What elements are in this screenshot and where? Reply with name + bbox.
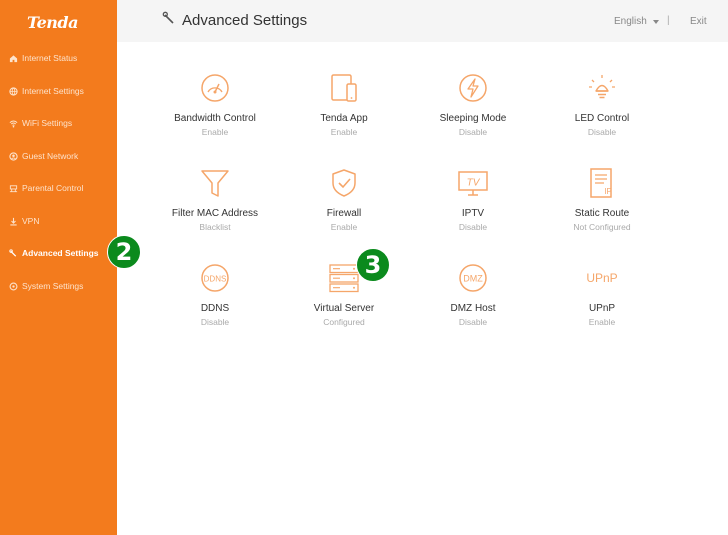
- sidebar-item-label: Advanced Settings: [22, 248, 99, 258]
- tenda-logo: Tenda: [27, 13, 78, 32]
- tile-firewall[interactable]: Firewall Enable: [284, 167, 404, 247]
- tile-name: UPnP: [588, 303, 616, 314]
- tile-ddns[interactable]: DDNS DDNS Disable: [155, 262, 275, 342]
- advanced-settings-grid: Bandwidth Control Enable Tenda App Enabl…: [117, 42, 728, 535]
- tile-name: DMZ Host: [450, 303, 496, 314]
- sidebar-item-label: VPN: [22, 216, 40, 226]
- language-select[interactable]: English: [614, 16, 659, 27]
- tile-name: Bandwidth Control: [174, 113, 256, 124]
- tile-upnp[interactable]: UPnP UPnP Enable: [542, 262, 662, 342]
- tile-status: Enable: [588, 317, 616, 327]
- tile-status: Disable: [458, 222, 488, 232]
- sidebar-item-vpn[interactable]: VPN: [0, 209, 117, 233]
- sidebar: Tenda Internet Status Internet Settings …: [0, 0, 117, 535]
- page-title: Advanced Settings: [182, 12, 308, 29]
- route-doc-icon: IP: [586, 167, 618, 199]
- router-admin-app: Tenda Internet Status Internet Settings …: [0, 0, 728, 535]
- tile-filter-mac-address[interactable]: Filter MAC Address Blacklist: [155, 167, 275, 247]
- sidebar-item-advanced-settings[interactable]: Advanced Settings: [0, 241, 117, 265]
- dmz-icon: DMZ: [457, 262, 489, 294]
- tile-bandwidth-control[interactable]: Bandwidth Control Enable: [155, 72, 275, 152]
- tile-status: Enable: [201, 127, 229, 137]
- globe-icon: [8, 86, 18, 96]
- step-badge-3: 3: [356, 248, 390, 282]
- sidebar-item-label: Internet Settings: [22, 86, 84, 96]
- upnp-icon: UPnP: [586, 262, 618, 294]
- tile-status: Configured: [323, 317, 365, 327]
- tile-name: LED Control: [574, 113, 630, 124]
- sidebar-item-parental-control[interactable]: Parental Control: [0, 176, 117, 200]
- tile-static-route[interactable]: IP Static Route Not Configured: [542, 167, 662, 247]
- lightning-icon: [457, 72, 489, 104]
- sidebar-item-label: Parental Control: [22, 183, 84, 193]
- tile-sleeping-mode[interactable]: Sleeping Mode Disable: [413, 72, 533, 152]
- page-title-group: Advanced Settings: [162, 11, 307, 30]
- sidebar-item-system-settings[interactable]: System Settings: [0, 274, 117, 298]
- sidebar-item-wifi-settings[interactable]: WiFi Settings: [0, 111, 117, 135]
- home-icon: [8, 53, 18, 63]
- tv-icon-label: TV: [467, 178, 481, 189]
- tile-status: Disable: [458, 317, 488, 327]
- sidebar-item-label: Guest Network: [22, 151, 79, 161]
- page-header: Advanced Settings English | Exit: [117, 0, 728, 42]
- bulb-icon: [586, 72, 618, 104]
- ip-icon-label: IP: [604, 187, 612, 196]
- sidebar-item-label: Internet Status: [22, 53, 78, 63]
- ddns-icon-label: DDNS: [204, 275, 227, 284]
- ddns-icon: DDNS: [199, 262, 231, 294]
- tile-status: Disable: [458, 127, 488, 137]
- speedometer-icon: [199, 72, 231, 104]
- tile-name: IPTV: [461, 208, 485, 219]
- wrench-icon: [162, 11, 176, 30]
- tile-status: Not Configured: [573, 222, 631, 232]
- tv-icon: TV: [457, 167, 489, 199]
- tile-name: Tenda App: [320, 113, 368, 124]
- chevron-down-icon: [652, 19, 659, 24]
- tile-name: Filter MAC Address: [171, 208, 259, 219]
- vpn-icon: [8, 216, 18, 226]
- tile-led-control[interactable]: LED Control Disable: [542, 72, 662, 152]
- tile-status: Enable: [330, 127, 358, 137]
- tile-name: Firewall: [326, 208, 362, 219]
- sidebar-item-label: WiFi Settings: [22, 118, 73, 128]
- dmz-icon-label: DMZ: [463, 274, 483, 284]
- tile-name: DDNS: [200, 303, 230, 314]
- devices-icon: [328, 72, 360, 104]
- header-separator: |: [667, 15, 670, 26]
- tile-status: Disable: [200, 317, 230, 327]
- tile-iptv[interactable]: TV IPTV Disable: [413, 167, 533, 247]
- tile-dmz-host[interactable]: DMZ DMZ Host Disable: [413, 262, 533, 342]
- tile-tenda-app[interactable]: Tenda App Enable: [284, 72, 404, 152]
- step-badge-2: 2: [107, 235, 141, 269]
- language-label: English: [614, 16, 647, 27]
- funnel-icon: [199, 167, 231, 199]
- wifi-icon: [8, 118, 18, 128]
- exit-link[interactable]: Exit: [690, 16, 707, 27]
- sidebar-item-guest-network[interactable]: Guest Network: [0, 144, 117, 168]
- tile-status: Blacklist: [199, 222, 231, 232]
- sidebar-item-internet-status[interactable]: Internet Status: [0, 46, 117, 70]
- guest-icon: [8, 151, 18, 161]
- tile-status: Enable: [330, 222, 358, 232]
- gear-icon: [8, 281, 18, 291]
- tile-name: Static Route: [574, 208, 630, 219]
- upnp-icon-label: UPnP: [586, 271, 617, 285]
- tile-name: Virtual Server: [313, 303, 375, 314]
- sidebar-item-internet-settings[interactable]: Internet Settings: [0, 79, 117, 103]
- parental-icon: [8, 183, 18, 193]
- tile-status: Disable: [587, 127, 617, 137]
- shield-icon: [328, 167, 360, 199]
- tile-name: Sleeping Mode: [439, 113, 507, 124]
- wrench-icon: [8, 248, 18, 258]
- sidebar-item-label: System Settings: [22, 281, 84, 291]
